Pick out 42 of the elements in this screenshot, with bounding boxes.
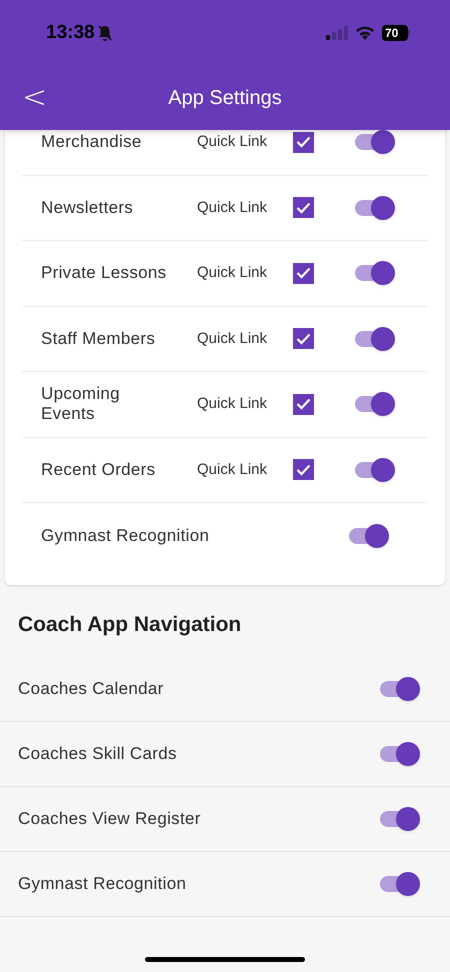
toggle-switch[interactable] bbox=[353, 261, 395, 286]
quick-link-label: Quick Link bbox=[197, 328, 268, 348]
battery-icon: 70 bbox=[382, 25, 410, 41]
toggle-switch[interactable] bbox=[378, 806, 420, 830]
toggle-switch[interactable] bbox=[353, 196, 395, 220]
quick-link-label: Quick Link bbox=[197, 132, 268, 152]
setting-label: Upcoming Events bbox=[41, 384, 121, 424]
toggle-switch[interactable] bbox=[378, 676, 420, 700]
checkbox[interactable] bbox=[293, 394, 314, 415]
setting-label: Newsletters bbox=[41, 198, 134, 218]
setting-label: Coaches View Register bbox=[18, 808, 201, 830]
checkbox[interactable] bbox=[293, 262, 314, 284]
wifi-icon bbox=[355, 26, 375, 40]
toggle-switch[interactable] bbox=[353, 392, 395, 416]
checkbox[interactable] bbox=[293, 197, 314, 218]
setting-label: Merchandise bbox=[41, 132, 143, 152]
setting-label: Recent Orders bbox=[41, 460, 156, 480]
setting-label: Coaches Calendar bbox=[18, 678, 164, 700]
muted-bell-icon bbox=[96, 24, 113, 42]
toggle-switch[interactable] bbox=[378, 742, 420, 766]
checkbox[interactable] bbox=[293, 459, 314, 480]
quick-link-label: Quick Link bbox=[197, 394, 268, 414]
setting-label: Staff Members bbox=[41, 328, 156, 349]
checkbox[interactable] bbox=[293, 132, 314, 153]
back-button[interactable]: < bbox=[22, 83, 46, 113]
toggle-switch[interactable] bbox=[353, 458, 395, 482]
setting-label: Coaches Skill Cards bbox=[18, 742, 177, 765]
toggle-switch[interactable] bbox=[353, 130, 395, 154]
setting-label: Private Lessons bbox=[41, 263, 168, 284]
screen-title: App Settings bbox=[168, 86, 282, 111]
toggle-switch[interactable] bbox=[353, 326, 395, 351]
quick-link-label: Quick Link bbox=[197, 198, 268, 218]
signal-icon bbox=[326, 26, 348, 40]
toggle-switch[interactable] bbox=[378, 872, 420, 896]
setting-label: Gymnast Recognition bbox=[18, 872, 186, 895]
toggle-switch[interactable] bbox=[347, 524, 389, 548]
setting-label: Gymnast Recognition bbox=[41, 525, 210, 547]
quick-link-label: Quick Link bbox=[197, 263, 268, 283]
quick-link-label: Quick Link bbox=[197, 460, 268, 480]
status-time: 13:38 bbox=[46, 20, 95, 45]
checkbox[interactable] bbox=[293, 328, 314, 350]
section-title: Coach App Navigation bbox=[18, 612, 242, 638]
